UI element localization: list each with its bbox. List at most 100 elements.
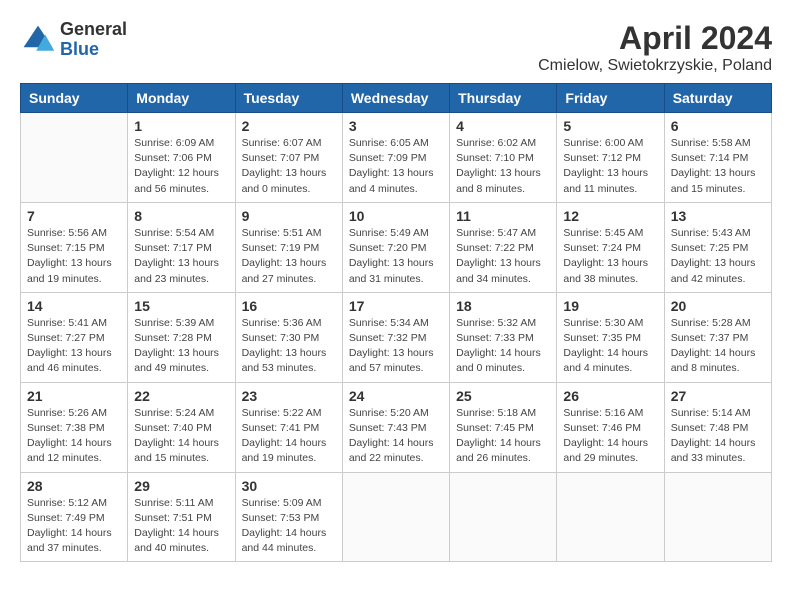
location: Cmielow, Swietokrzyskie, Poland — [538, 57, 772, 75]
day-info: Sunrise: 5:24 AMSunset: 7:40 PMDaylight:… — [134, 406, 228, 467]
calendar-cell: 27 Sunrise: 5:14 AMSunset: 7:48 PMDayligh… — [664, 382, 771, 472]
day-number: 7 — [27, 208, 121, 224]
calendar-cell: 19 Sunrise: 5:30 AMSunset: 7:35 PMDayligh… — [557, 292, 664, 382]
day-number: 17 — [349, 298, 443, 314]
calendar-cell: 14Sunrise: 5:41 AMSunset: 7:27 PMDayligh… — [21, 292, 128, 382]
day-info: Sunrise: 5:34 AMSunset: 7:32 PMDaylight:… — [349, 316, 443, 377]
month-title: April 2024 — [538, 20, 772, 57]
day-info: Sunrise: 5:12 AMSunset: 7:49 PMDaylight:… — [27, 496, 121, 557]
calendar-cell: 3 Sunrise: 6:05 AMSunset: 7:09 PMDaylight… — [342, 113, 449, 203]
logo-blue: Blue — [60, 40, 127, 60]
day-number: 13 — [671, 208, 765, 224]
page-header: General Blue April 2024 Cmielow, Swietok… — [20, 20, 772, 75]
calendar-cell: 17 Sunrise: 5:34 AMSunset: 7:32 PMDayligh… — [342, 292, 449, 382]
day-info: Sunrise: 5:22 AMSunset: 7:41 PMDaylight:… — [242, 406, 336, 467]
calendar-cell: 8 Sunrise: 5:54 AMSunset: 7:17 PMDaylight… — [128, 202, 235, 292]
day-number: 18 — [456, 298, 550, 314]
day-info: Sunrise: 6:07 AMSunset: 7:07 PMDaylight:… — [242, 136, 336, 197]
day-number: 9 — [242, 208, 336, 224]
calendar-cell: 16 Sunrise: 5:36 AMSunset: 7:30 PMDayligh… — [235, 292, 342, 382]
day-number: 29 — [134, 478, 228, 494]
day-info: Sunrise: 5:16 AMSunset: 7:46 PMDaylight:… — [563, 406, 657, 467]
week-row: 21Sunrise: 5:26 AMSunset: 7:38 PMDayligh… — [21, 382, 772, 472]
day-number: 25 — [456, 388, 550, 404]
weekday-header: Wednesday — [342, 84, 449, 113]
day-info: Sunrise: 5:51 AMSunset: 7:19 PMDaylight:… — [242, 226, 336, 287]
logo-general: General — [60, 20, 127, 40]
day-number: 27 — [671, 388, 765, 404]
day-info: Sunrise: 5:49 AMSunset: 7:20 PMDaylight:… — [349, 226, 443, 287]
title-block: April 2024 Cmielow, Swietokrzyskie, Pola… — [538, 20, 772, 75]
week-row: 28 Sunrise: 5:12 AMSunset: 7:49 PMDayligh… — [21, 472, 772, 562]
day-number: 16 — [242, 298, 336, 314]
day-number: 30 — [242, 478, 336, 494]
day-number: 28 — [27, 478, 121, 494]
day-info: Sunrise: 5:45 AMSunset: 7:24 PMDaylight:… — [563, 226, 657, 287]
calendar-cell — [557, 472, 664, 562]
calendar-cell: 24Sunrise: 5:20 AMSunset: 7:43 PMDayligh… — [342, 382, 449, 472]
day-number: 26 — [563, 388, 657, 404]
calendar-cell: 15 Sunrise: 5:39 AMSunset: 7:28 PMDayligh… — [128, 292, 235, 382]
day-info: Sunrise: 5:30 AMSunset: 7:35 PMDaylight:… — [563, 316, 657, 377]
day-info: Sunrise: 5:56 AMSunset: 7:15 PMDaylight:… — [27, 226, 121, 287]
day-info: Sunrise: 5:14 AMSunset: 7:48 PMDaylight:… — [671, 406, 765, 467]
logo: General Blue — [20, 20, 127, 60]
calendar-cell: 28 Sunrise: 5:12 AMSunset: 7:49 PMDayligh… — [21, 472, 128, 562]
calendar-cell: 1 Sunrise: 6:09 AMSunset: 7:06 PMDaylight… — [128, 113, 235, 203]
day-number: 12 — [563, 208, 657, 224]
weekday-header: Tuesday — [235, 84, 342, 113]
day-info: Sunrise: 5:28 AMSunset: 7:37 PMDaylight:… — [671, 316, 765, 377]
day-info: Sunrise: 5:36 AMSunset: 7:30 PMDaylight:… — [242, 316, 336, 377]
calendar-cell: 6 Sunrise: 5:58 AMSunset: 7:14 PMDaylight… — [664, 113, 771, 203]
day-info: Sunrise: 5:11 AMSunset: 7:51 PMDaylight:… — [134, 496, 228, 557]
day-info: Sunrise: 6:05 AMSunset: 7:09 PMDaylight:… — [349, 136, 443, 197]
calendar-cell — [342, 472, 449, 562]
weekday-header: Friday — [557, 84, 664, 113]
week-row: 14Sunrise: 5:41 AMSunset: 7:27 PMDayligh… — [21, 292, 772, 382]
calendar-cell: 23 Sunrise: 5:22 AMSunset: 7:41 PMDayligh… — [235, 382, 342, 472]
day-number: 6 — [671, 118, 765, 134]
calendar-cell: 21Sunrise: 5:26 AMSunset: 7:38 PMDayligh… — [21, 382, 128, 472]
day-number: 15 — [134, 298, 228, 314]
calendar-cell: 9 Sunrise: 5:51 AMSunset: 7:19 PMDaylight… — [235, 202, 342, 292]
logo-text: General Blue — [60, 20, 127, 60]
calendar-cell: 29 Sunrise: 5:11 AMSunset: 7:51 PMDayligh… — [128, 472, 235, 562]
calendar-cell: 10 Sunrise: 5:49 AMSunset: 7:20 PMDayligh… — [342, 202, 449, 292]
calendar-cell: 30 Sunrise: 5:09 AMSunset: 7:53 PMDayligh… — [235, 472, 342, 562]
day-info: Sunrise: 6:09 AMSunset: 7:06 PMDaylight:… — [134, 136, 228, 197]
day-number: 4 — [456, 118, 550, 134]
day-info: Sunrise: 5:20 AMSunset: 7:43 PMDaylight:… — [349, 406, 443, 467]
calendar-cell: 7 Sunrise: 5:56 AMSunset: 7:15 PMDaylight… — [21, 202, 128, 292]
calendar-cell: 25Sunrise: 5:18 AMSunset: 7:45 PMDayligh… — [450, 382, 557, 472]
calendar-cell: 22Sunrise: 5:24 AMSunset: 7:40 PMDayligh… — [128, 382, 235, 472]
day-info: Sunrise: 6:02 AMSunset: 7:10 PMDaylight:… — [456, 136, 550, 197]
calendar-cell: 13 Sunrise: 5:43 AMSunset: 7:25 PMDayligh… — [664, 202, 771, 292]
calendar-cell: 2 Sunrise: 6:07 AMSunset: 7:07 PMDaylight… — [235, 113, 342, 203]
calendar-cell: 26 Sunrise: 5:16 AMSunset: 7:46 PMDayligh… — [557, 382, 664, 472]
day-info: Sunrise: 5:26 AMSunset: 7:38 PMDaylight:… — [27, 406, 121, 467]
day-number: 20 — [671, 298, 765, 314]
day-number: 23 — [242, 388, 336, 404]
day-info: Sunrise: 5:09 AMSunset: 7:53 PMDaylight:… — [242, 496, 336, 557]
day-number: 14 — [27, 298, 121, 314]
calendar-cell: 11Sunrise: 5:47 AMSunset: 7:22 PMDayligh… — [450, 202, 557, 292]
day-number: 19 — [563, 298, 657, 314]
day-number: 8 — [134, 208, 228, 224]
day-info: Sunrise: 5:32 AMSunset: 7:33 PMDaylight:… — [456, 316, 550, 377]
calendar-cell: 5Sunrise: 6:00 AMSunset: 7:12 PMDaylight… — [557, 113, 664, 203]
day-info: Sunrise: 5:43 AMSunset: 7:25 PMDaylight:… — [671, 226, 765, 287]
weekday-header: Thursday — [450, 84, 557, 113]
day-number: 5 — [563, 118, 657, 134]
calendar-cell — [21, 113, 128, 203]
week-row: 7 Sunrise: 5:56 AMSunset: 7:15 PMDaylight… — [21, 202, 772, 292]
day-number: 10 — [349, 208, 443, 224]
weekday-header: Sunday — [21, 84, 128, 113]
calendar-cell: 4 Sunrise: 6:02 AMSunset: 7:10 PMDaylight… — [450, 113, 557, 203]
day-number: 1 — [134, 118, 228, 134]
day-info: Sunrise: 5:58 AMSunset: 7:14 PMDaylight:… — [671, 136, 765, 197]
day-number: 2 — [242, 118, 336, 134]
day-info: Sunrise: 5:54 AMSunset: 7:17 PMDaylight:… — [134, 226, 228, 287]
calendar-cell — [450, 472, 557, 562]
day-info: Sunrise: 5:39 AMSunset: 7:28 PMDaylight:… — [134, 316, 228, 377]
day-number: 3 — [349, 118, 443, 134]
